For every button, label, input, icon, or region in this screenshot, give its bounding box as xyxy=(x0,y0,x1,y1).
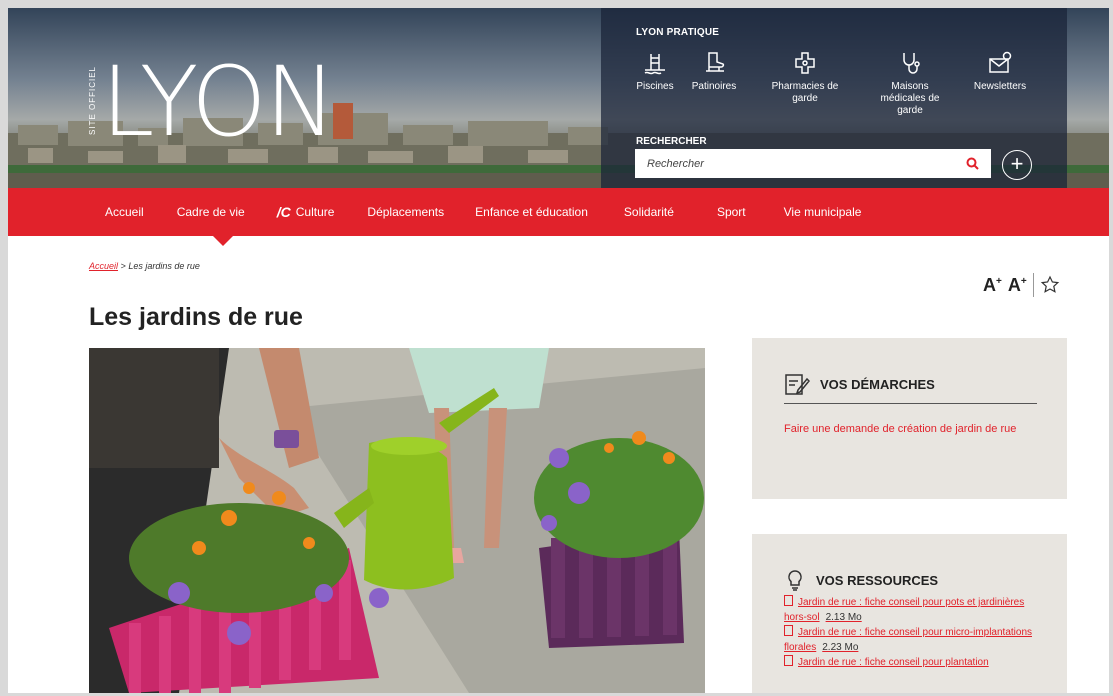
pharmacy-cross-icon xyxy=(795,52,815,74)
ressource-size: 2.13 Mo xyxy=(825,612,862,623)
font-size-decrease-button[interactable]: A+ xyxy=(983,275,1002,296)
font-small-label: A xyxy=(983,274,996,295)
document-icon xyxy=(784,595,793,606)
quick-link-label: Pharmacies de garde xyxy=(771,81,839,104)
quick-link-label: Patinoires xyxy=(691,81,737,92)
document-icon xyxy=(784,625,793,636)
ressources-card: VOS RESSOURCES Jardin de rue : fiche con… xyxy=(752,534,1067,696)
ressource-item[interactable]: Jardin de rue : fiche conseil pour micro… xyxy=(784,625,1047,655)
nav-item-enfance-education[interactable]: Enfance et éducation xyxy=(475,205,588,219)
pratique-title: LYON PRATIQUE xyxy=(636,27,720,38)
ressources-list: Jardin de rue : fiche conseil pour pots … xyxy=(784,595,1047,670)
quick-link-piscines[interactable]: Piscines xyxy=(629,50,681,93)
nav-item-culture-wrap[interactable]: /C Culture xyxy=(277,204,335,220)
ressource-size: 2.23 Mo xyxy=(822,642,859,653)
quick-link-patinoires[interactable]: Patinoires xyxy=(687,50,741,93)
main-navigation: Accueil Cadre de vie /C Culture Déplacem… xyxy=(8,188,1109,236)
font-big-sup: + xyxy=(1020,275,1027,287)
nav-item-solidarite[interactable]: Solidarité xyxy=(624,205,674,219)
pool-ladder-icon xyxy=(644,54,665,75)
page-title: Les jardins de rue xyxy=(89,303,303,331)
nav-item-sport[interactable]: Sport xyxy=(717,205,746,219)
page-tools: A+ A+ xyxy=(983,273,1060,297)
breadcrumb-current: Les jardins de rue xyxy=(128,261,200,271)
ressource-label: Jardin de rue : fiche conseil pour plant… xyxy=(798,657,989,668)
ressource-item[interactable]: Jardin de rue : fiche conseil pour pots … xyxy=(784,595,1047,625)
font-size-increase-button[interactable]: A+ xyxy=(1008,275,1027,296)
nav-item-vie-municipale[interactable]: Vie municipale xyxy=(784,205,862,219)
nav-item-cadre-de-vie[interactable]: Cadre de vie xyxy=(177,205,245,219)
logo-side-text: SITE OFFICIEL xyxy=(88,66,97,136)
quick-link-newsletters[interactable]: Newsletters xyxy=(967,50,1033,93)
demarches-title: VOS DÉMARCHES xyxy=(820,376,935,392)
demarches-card: VOS DÉMARCHES Faire une demande de créat… xyxy=(752,338,1067,499)
form-pencil-icon xyxy=(785,374,810,395)
demarches-header: VOS DÉMARCHES xyxy=(784,372,1037,396)
more-search-button[interactable]: + xyxy=(1002,150,1032,180)
tools-divider xyxy=(1032,273,1034,297)
logo-text: LYON xyxy=(101,46,336,158)
lightbulb-icon xyxy=(788,570,802,591)
skate-icon xyxy=(706,52,725,72)
font-big-label: A xyxy=(1007,274,1021,295)
article-photo xyxy=(89,348,705,693)
search-box xyxy=(635,149,991,178)
active-nav-indicator xyxy=(213,236,233,246)
site-logo[interactable]: SITE OFFICIEL LYON xyxy=(88,46,336,158)
lyon-pratique-panel: LYON PRATIQUE Piscines Patinoires Pharma… xyxy=(601,8,1067,188)
breadcrumb-home[interactable]: Accueil xyxy=(89,261,118,271)
search-title: RECHERCHER xyxy=(636,136,707,147)
ressource-item[interactable]: Jardin de rue : fiche conseil pour plant… xyxy=(784,655,1047,670)
quick-link-maisons-medicales[interactable]: Maisons médicales de garde xyxy=(877,50,943,117)
ressources-header: VOS RESSOURCES xyxy=(784,568,1047,592)
ressources-title: VOS RESSOURCES xyxy=(816,572,939,588)
breadcrumb-separator: > xyxy=(120,261,126,271)
garden-photo-illustration xyxy=(89,348,705,693)
nav-item-accueil[interactable]: Accueil xyxy=(105,205,144,219)
demarches-link[interactable]: Faire une demande de création de jardin … xyxy=(784,421,1037,437)
quick-link-label: Maisons médicales de garde xyxy=(880,81,940,116)
envelope-icon xyxy=(989,51,1012,73)
ressource-label: Jardin de rue : fiche conseil pour pots … xyxy=(784,597,1025,623)
quick-link-label: Newsletters xyxy=(973,81,1027,92)
stethoscope-icon xyxy=(903,53,920,74)
document-icon xyxy=(784,655,793,666)
quick-link-label: Piscines xyxy=(636,81,674,92)
demarches-divider xyxy=(784,403,1037,404)
culture-logo-mark: /C xyxy=(276,204,291,220)
nav-item-culture[interactable]: Culture xyxy=(296,205,335,219)
quick-link-pharmacies[interactable]: Pharmacies de garde xyxy=(762,50,848,105)
search-input[interactable] xyxy=(635,150,955,177)
breadcrumb: Accueil > Les jardins de rue xyxy=(89,261,200,271)
favorite-star-icon[interactable] xyxy=(1040,275,1060,295)
font-small-sup: + xyxy=(996,275,1002,287)
search-icon[interactable] xyxy=(966,157,979,170)
nav-item-deplacements[interactable]: Déplacements xyxy=(367,205,444,219)
